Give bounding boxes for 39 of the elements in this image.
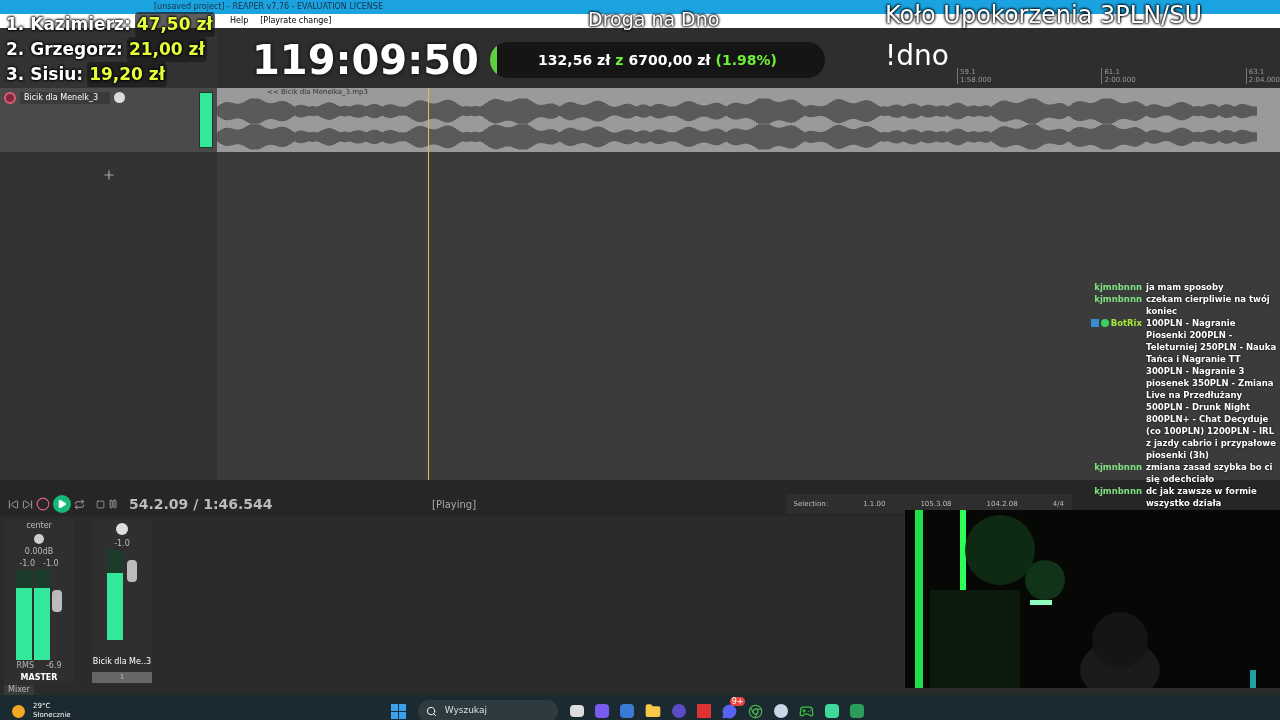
track-name[interactable]: Bicik dla Menelk_3 (20, 92, 110, 104)
chat-username: kjmnbnnn (1094, 485, 1142, 497)
chat-message: dc jak zawsze w formie wszystko działa (1146, 485, 1258, 509)
play-status: [Playing] (432, 497, 477, 512)
master-label: MASTER (20, 672, 58, 684)
rms-label: RMS (16, 660, 34, 672)
leaderboard-name: 2. Grzegorz: (6, 38, 123, 61)
chat-message: 100PLN - Nagranie Piosenki 200PLN - Teleturniej 250PLN - Nauka Tańca i Nagranie TT 300PLN - Nagranie 3 piosenek 350PLN - Zmiana Live na Przedłużany 500PLN - Drunk Night 800PLN+ - Chat Decyduje (co 100PLN) 1200PLN - IRL z jazdy cabrio i przypałowe piosenki (3h) (1146, 317, 1278, 461)
rms-readout: -6.9 (45, 660, 62, 672)
chat-username: kjmnbnnn (1094, 461, 1142, 473)
command-text: !dno (885, 42, 949, 70)
search-field[interactable]: Wyszukaj (417, 700, 558, 720)
peak-readout: -1.0 (114, 538, 130, 550)
leaderboard-amount: 21,00 zł (126, 37, 207, 62)
chat-username: kjmnbnnn (1094, 281, 1142, 293)
pan-label: center (26, 520, 52, 532)
notification-badge: 9+ (729, 696, 746, 706)
time-display: 54.2.09 / 1:46.544 (129, 494, 274, 514)
leaderboard-name: 3. Sisiu: (6, 63, 84, 86)
volume-readout: 0.00dB (24, 546, 54, 558)
peak-readout: -1.0 (19, 558, 35, 570)
window-title: [unsaved project] - REAPER v7.76 - EVALUATION LICENSE (154, 1, 383, 13)
goal-percent: (1.98%) (715, 50, 777, 70)
peak-readout: -1.0 (43, 558, 59, 570)
chat-username: BotRix (1110, 317, 1142, 329)
chat-message: czekam cierpliwie na twój koniec (1146, 293, 1271, 317)
goal-current: 132,56 zł (538, 50, 611, 70)
stream-timer: 119:09:50 (252, 40, 479, 80)
chat-message: ja mam sposoby (1146, 281, 1224, 293)
menu-item[interactable]: Help (230, 15, 249, 27)
menu-item[interactable]: [Playrate change] (260, 15, 332, 27)
leaderboard-amount: 47,50 zł (134, 12, 215, 37)
chat-username: kjmnbnnn (1094, 293, 1142, 305)
strip-name: Bicik dla Me..3 (92, 656, 152, 668)
search-placeholder: Wyszukaj (444, 704, 487, 718)
goal-target: 6700,00 zł (628, 50, 711, 70)
leaderboard-amount: 19,20 zł (87, 62, 168, 87)
mixer-tab[interactable]: Mixer (4, 684, 34, 695)
goal-separator: z (615, 50, 624, 70)
